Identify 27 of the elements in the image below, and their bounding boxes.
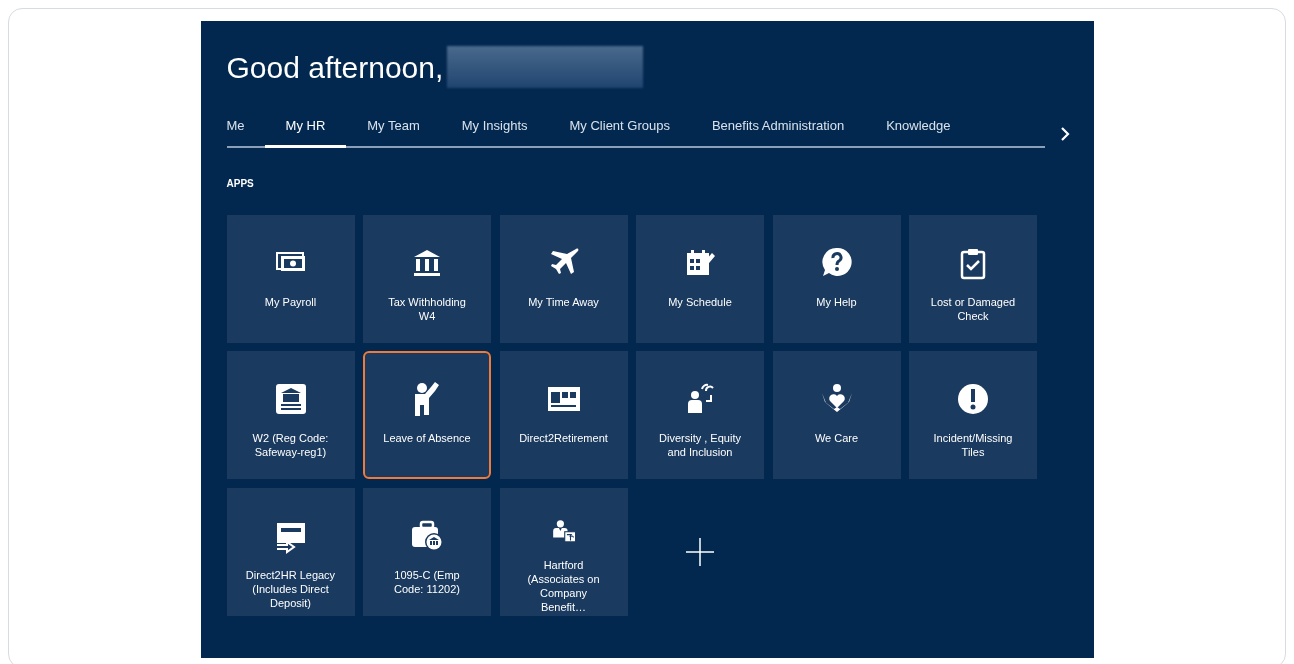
app-tile[interactable]: Direct2Retirement: [499, 351, 628, 479]
app-tile[interactable]: 1095-C (Emp Code: 11202): [363, 487, 491, 616]
exclamation-icon: [955, 381, 991, 417]
section-label: APPS: [226, 176, 255, 191]
next-arrow-icon[interactable]: [1058, 125, 1071, 142]
app-tile[interactable]: Incident/Missing Tiles: [909, 351, 1037, 479]
app-tile[interactable]: W2 (Reg Code: Safeway-reg1): [226, 351, 355, 479]
nav-tab[interactable]: My HR: [264, 116, 347, 148]
app-tile[interactable]: Direct2HR Legacy (Includes Direct Deposit): [226, 487, 355, 616]
nav-tab[interactable]: Benefits Administration: [690, 116, 866, 148]
app-tile[interactable]: Tax Withholding W4: [363, 214, 491, 343]
app-tile[interactable]: Leave of Absence: [363, 351, 491, 479]
greeting-heading: Good afternoon,: [226, 49, 444, 86]
nav-tab[interactable]: My Insights: [440, 116, 549, 148]
add-icon[interactable]: [684, 535, 716, 568]
app-tile[interactable]: My Time Away: [499, 214, 628, 343]
app-tile[interactable]: Lost or Damaged Check: [909, 214, 1037, 343]
app-tile[interactable]: My Help: [772, 214, 901, 343]
nav-tab[interactable]: Me: [226, 116, 265, 148]
nav-tab[interactable]: My Team: [346, 116, 441, 148]
app-tile[interactable]: My Payroll: [226, 214, 355, 343]
app-tile[interactable]: My Schedule: [636, 214, 764, 343]
nav-tab[interactable]: Knowledge: [865, 116, 972, 148]
app-tile[interactable]: We Care: [772, 351, 901, 479]
app-tile[interactable]: Hartford (Associates on Company Benefit…: [499, 487, 628, 616]
nav-tab[interactable]: My Client Groups: [548, 116, 691, 148]
app-tile[interactable]: Diversity , Equity and Inclusion: [636, 351, 764, 479]
